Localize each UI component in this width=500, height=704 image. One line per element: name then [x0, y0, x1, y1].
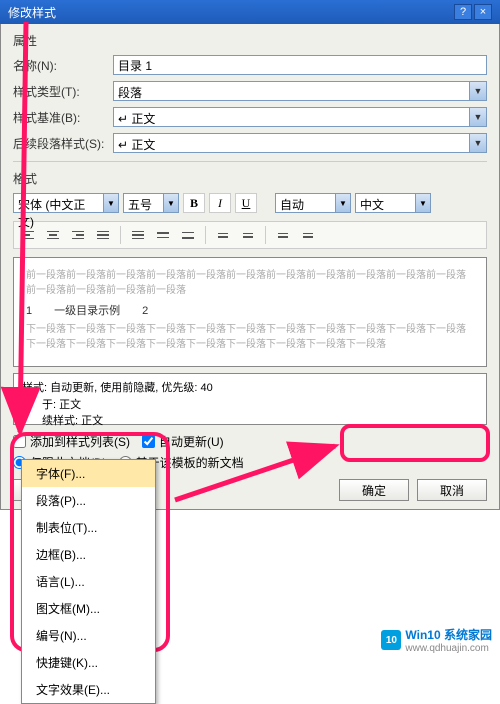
- format-dropdown-menu: 字体(F)... 段落(P)... 制表位(T)... 边框(B)... 语言(…: [21, 459, 156, 704]
- chevron-down-icon[interactable]: ▼: [469, 81, 487, 101]
- type-label: 样式类型(T):: [13, 83, 113, 100]
- following-row: 后续段落样式(S): ↵ 正文 ▼: [13, 133, 487, 153]
- menu-font[interactable]: 字体(F)...: [22, 460, 155, 487]
- align-justify-button[interactable]: [92, 225, 114, 245]
- ok-button[interactable]: 确定: [339, 479, 409, 501]
- chevron-down-icon[interactable]: ▼: [335, 193, 351, 213]
- name-input[interactable]: [113, 55, 487, 75]
- following-value: ↵ 正文: [113, 133, 469, 153]
- preview-before: 前一段落前一段落前一段落前一段落前一段落前一段落前一段落前一段落前一段落前一段落…: [26, 268, 474, 298]
- menu-border[interactable]: 边框(B)...: [22, 541, 155, 568]
- chevron-down-icon[interactable]: ▼: [469, 107, 487, 127]
- addtolist-label: 添加到样式列表(S): [30, 433, 130, 450]
- format-section-title: 格式: [13, 170, 487, 187]
- line-spacing-1-button[interactable]: [127, 225, 149, 245]
- desc-line1: 样式: 自动更新, 使用前隐藏, 优先级: 40: [22, 380, 478, 397]
- addtolist-input[interactable]: [13, 435, 26, 448]
- following-select[interactable]: ↵ 正文 ▼: [113, 133, 487, 153]
- line-spacing-15-button[interactable]: [152, 225, 174, 245]
- indent-dec-button[interactable]: [272, 225, 294, 245]
- options-row1: 添加到样式列表(S) 自动更新(U): [13, 433, 487, 450]
- chevron-down-icon[interactable]: ▼: [415, 193, 431, 213]
- chevron-down-icon[interactable]: ▼: [469, 133, 487, 153]
- desc-line2: 于: 正文: [22, 397, 478, 414]
- properties-section-title: 属性: [13, 32, 487, 49]
- indent-inc-button[interactable]: [297, 225, 319, 245]
- format-toolbar: 宋体 (中文正文) ▼ 五号 ▼ B I U 自动 ▼ 中文 ▼: [13, 193, 487, 213]
- chevron-down-icon[interactable]: ▼: [163, 193, 179, 213]
- color-select[interactable]: 自动 ▼: [275, 193, 351, 213]
- paragraph-toolbar: [13, 221, 487, 249]
- menu-frame[interactable]: 图文框(M)...: [22, 595, 155, 622]
- help-button[interactable]: ?: [454, 4, 472, 20]
- menu-paragraph[interactable]: 段落(P)...: [22, 487, 155, 514]
- autoupdate-input[interactable]: [142, 435, 155, 448]
- description-box: 样式: 自动更新, 使用前隐藏, 优先级: 40 于: 正文 续样式: 正文: [13, 373, 487, 425]
- align-center-button[interactable]: [42, 225, 64, 245]
- base-label: 样式基准(B):: [13, 109, 113, 126]
- size-select[interactable]: 五号 ▼: [123, 193, 179, 213]
- divider: [13, 161, 487, 162]
- preview-sample: 1 一级目录示例 2: [26, 302, 474, 318]
- base-row: 样式基准(B): ↵ 正文 ▼: [13, 107, 487, 127]
- addtolist-checkbox[interactable]: 添加到样式列表(S): [13, 433, 130, 450]
- lang-value: 中文: [355, 193, 415, 213]
- bold-button[interactable]: B: [183, 193, 205, 213]
- titlebar: 修改样式 ? ×: [0, 0, 500, 24]
- space-before-inc-button[interactable]: [212, 225, 234, 245]
- desc-line3: 续样式: 正文: [22, 413, 478, 430]
- line-spacing-2-button[interactable]: [177, 225, 199, 245]
- type-row: 样式类型(T): 段落 ▼: [13, 81, 487, 101]
- align-left-button[interactable]: [17, 225, 39, 245]
- underline-button[interactable]: U: [235, 193, 257, 213]
- font-value: 宋体 (中文正文): [13, 193, 103, 213]
- autoupdate-checkbox[interactable]: 自动更新(U): [142, 433, 224, 450]
- watermark-brand: Win10 系统家园: [405, 626, 492, 643]
- chevron-down-icon[interactable]: ▼: [103, 193, 119, 213]
- type-value: 段落: [113, 81, 469, 101]
- dialog-body: 属性 名称(N): 样式类型(T): 段落 ▼ 样式基准(B): ↵ 正文 ▼ …: [0, 24, 500, 510]
- watermark-url: www.qdhuajin.com: [405, 643, 492, 654]
- size-value: 五号: [123, 193, 163, 213]
- base-select[interactable]: ↵ 正文 ▼: [113, 107, 487, 127]
- menu-texteffect[interactable]: 文字效果(E)...: [22, 676, 155, 703]
- close-button[interactable]: ×: [474, 4, 492, 20]
- menu-tabs[interactable]: 制表位(T)...: [22, 514, 155, 541]
- menu-numbering[interactable]: 编号(N)...: [22, 622, 155, 649]
- menu-shortcut[interactable]: 快捷键(K)...: [22, 649, 155, 676]
- base-value: ↵ 正文: [113, 107, 469, 127]
- window-title: 修改样式: [8, 4, 454, 21]
- menu-language[interactable]: 语言(L)...: [22, 568, 155, 595]
- name-row: 名称(N):: [13, 55, 487, 75]
- align-right-button[interactable]: [67, 225, 89, 245]
- watermark-icon: 10: [381, 630, 401, 650]
- preview-box: 前一段落前一段落前一段落前一段落前一段落前一段落前一段落前一段落前一段落前一段落…: [13, 257, 487, 367]
- titlebar-buttons: ? ×: [454, 4, 492, 20]
- cancel-button[interactable]: 取消: [417, 479, 487, 501]
- lang-select[interactable]: 中文 ▼: [355, 193, 431, 213]
- type-select[interactable]: 段落 ▼: [113, 81, 487, 101]
- italic-button[interactable]: I: [209, 193, 231, 213]
- autoupdate-label: 自动更新(U): [159, 433, 224, 450]
- following-label: 后续段落样式(S):: [13, 135, 113, 152]
- color-value: 自动: [275, 193, 335, 213]
- name-label: 名称(N):: [13, 57, 113, 74]
- space-before-dec-button[interactable]: [237, 225, 259, 245]
- watermark: 10 Win10 系统家园 www.qdhuajin.com: [381, 626, 492, 654]
- preview-after: 下一段落下一段落下一段落下一段落下一段落下一段落下一段落下一段落下一段落下一段落…: [26, 322, 474, 352]
- font-select[interactable]: 宋体 (中文正文) ▼: [13, 193, 119, 213]
